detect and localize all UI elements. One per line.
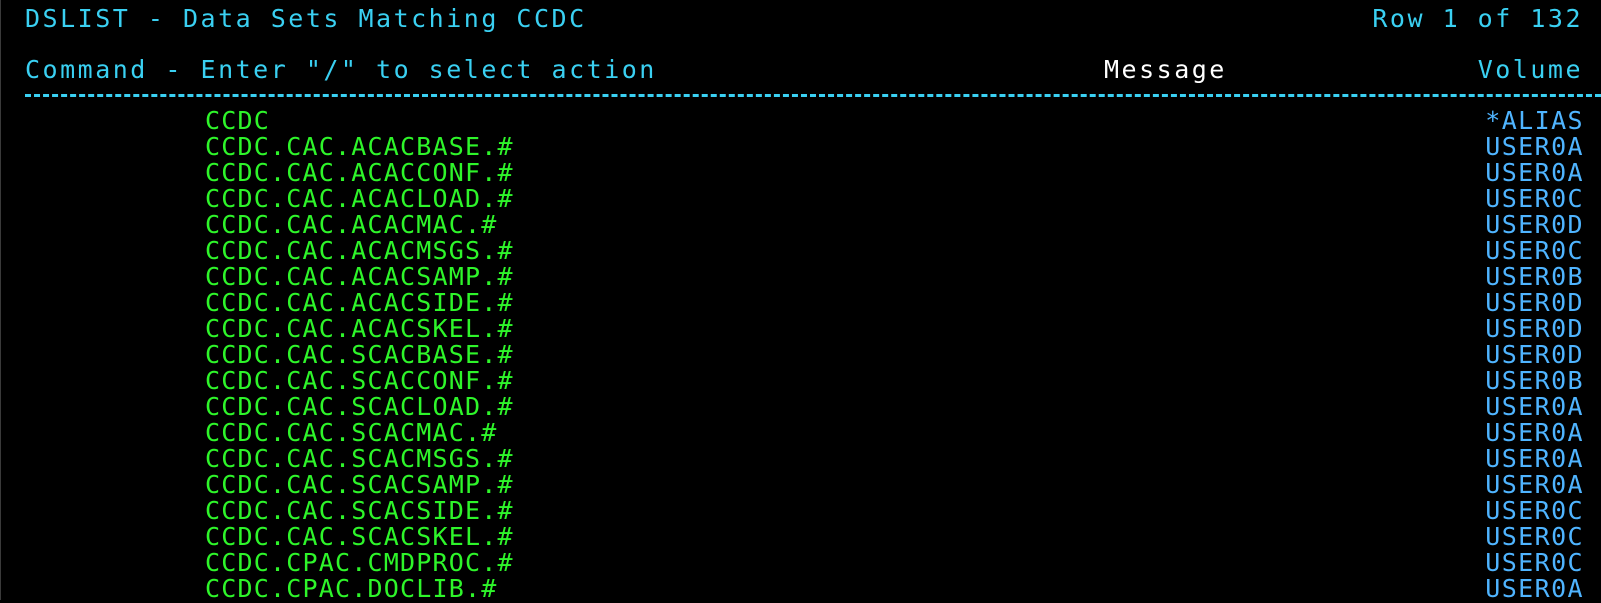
dataset-volume: USER0B [1485, 262, 1584, 291]
dataset-name[interactable]: CCDC.CAC.SCACMSGS.# [205, 446, 514, 472]
dataset-volume: USER0A [1485, 574, 1584, 603]
dataset-row[interactable]: CCDC.CAC.ACACCONF.# USER0A [1, 160, 1601, 186]
dataset-row[interactable]: CCDC *ALIAS [1, 108, 1601, 134]
volume-column-header: Volume [1477, 55, 1583, 84]
dataset-name[interactable]: CCDC.CAC.ACACMSGS.# [205, 238, 514, 264]
dataset-name[interactable]: CCDC.CPAC.DOCLIB.# [205, 576, 498, 602]
dataset-name[interactable]: CCDC.CAC.SCACBASE.# [205, 342, 514, 368]
dataset-name[interactable]: CCDC.CAC.SCACSAMP.# [205, 472, 514, 498]
dataset-row[interactable]: CCDC.CPAC.CMDPROC.# USER0C [1, 550, 1601, 576]
dataset-row[interactable]: CCDC.CAC.ACACSIDE.# USER0D [1, 290, 1601, 316]
dataset-name[interactable]: CCDC.CAC.ACACBASE.# [205, 134, 514, 160]
dataset-volume: USER0A [1485, 418, 1584, 447]
dataset-row[interactable]: CCDC.CAC.SCACMSGS.# USER0A [1, 446, 1601, 472]
dataset-row[interactable]: CCDC.CAC.SCACCONF.# USER0B [1, 368, 1601, 394]
dataset-volume: USER0C [1485, 496, 1584, 525]
dataset-volume: USER0C [1485, 522, 1584, 551]
dataset-volume: USER0A [1485, 158, 1584, 187]
dataset-row[interactable]: CCDC.CAC.SCACSAMP.# USER0A [1, 472, 1601, 498]
dataset-name[interactable]: CCDC.CAC.ACACLOAD.# [205, 186, 514, 212]
terminal-screen: DSLIST - Data Sets Matching CCDC Row 1 o… [0, 0, 1601, 602]
dataset-row[interactable]: CCDC.CAC.ACACMSGS.# USER0C [1, 238, 1601, 264]
dataset-volume: USER0D [1485, 288, 1584, 317]
dataset-volume: USER0A [1485, 132, 1584, 161]
dataset-name[interactable]: CCDC.CAC.ACACCONF.# [205, 160, 514, 186]
dataset-volume: USER0A [1485, 392, 1584, 421]
dataset-name[interactable]: CCDC [205, 108, 270, 134]
dataset-name[interactable]: CCDC.CAC.SCACSKEL.# [205, 524, 514, 550]
message-column-header: Message [1104, 55, 1227, 84]
dataset-row[interactable]: CCDC.CAC.ACACLOAD.# USER0C [1, 186, 1601, 212]
dataset-row[interactable]: CCDC.CPAC.DOCLIB.# USER0A [1, 576, 1601, 602]
dataset-name[interactable]: CCDC.CAC.SCACSIDE.# [205, 498, 514, 524]
command-column-header: Command - Enter "/" to select action [25, 55, 657, 84]
dataset-volume: USER0B [1485, 366, 1584, 395]
dataset-volume: USER0D [1485, 314, 1584, 343]
dataset-name[interactable]: CCDC.CAC.ACACSIDE.# [205, 290, 514, 316]
dataset-row[interactable]: CCDC.CAC.ACACSKEL.# USER0D [1, 316, 1601, 342]
dataset-list: CCDC *ALIAS CCDC.CAC.ACACBASE.# USER0A CCDC.… [1, 108, 1601, 602]
dataset-row[interactable]: CCDC.CAC.SCACSIDE.# USER0C [1, 498, 1601, 524]
row-indicator: Row 1 of 132 [1372, 4, 1583, 33]
dataset-volume: USER0D [1485, 340, 1584, 369]
dataset-volume: USER0A [1485, 444, 1584, 473]
dataset-volume: USER0D [1485, 210, 1584, 239]
dataset-row[interactable]: CCDC.CAC.ACACSAMP.# USER0B [1, 264, 1601, 290]
dataset-name[interactable]: CCDC.CAC.ACACSKEL.# [205, 316, 514, 342]
header-separator [25, 94, 1601, 97]
dataset-row[interactable]: CCDC.CAC.ACACBASE.# USER0A [1, 134, 1601, 160]
dataset-name[interactable]: CCDC.CAC.ACACMAC.# [205, 212, 498, 238]
dataset-name[interactable]: CCDC.CPAC.CMDPROC.# [205, 550, 514, 576]
dataset-name[interactable]: CCDC.CAC.SCACCONF.# [205, 368, 514, 394]
dataset-row[interactable]: CCDC.CAC.ACACMAC.# USER0D [1, 212, 1601, 238]
dataset-name[interactable]: CCDC.CAC.ACACSAMP.# [205, 264, 514, 290]
dataset-volume: USER0C [1485, 236, 1584, 265]
dataset-volume: *ALIAS [1485, 106, 1584, 135]
dataset-volume: USER0C [1485, 548, 1584, 577]
dataset-row[interactable]: CCDC.CAC.SCACMAC.# USER0A [1, 420, 1601, 446]
dataset-row[interactable]: CCDC.CAC.SCACBASE.# USER0D [1, 342, 1601, 368]
dataset-row[interactable]: CCDC.CAC.SCACSKEL.# USER0C [1, 524, 1601, 550]
dataset-row[interactable]: CCDC.CAC.SCACLOAD.# USER0A [1, 394, 1601, 420]
dataset-volume: USER0A [1485, 470, 1584, 499]
dataset-volume: USER0C [1485, 184, 1584, 213]
panel-title: DSLIST - Data Sets Matching CCDC [25, 4, 587, 33]
dataset-name[interactable]: CCDC.CAC.SCACMAC.# [205, 420, 498, 446]
dataset-name[interactable]: CCDC.CAC.SCACLOAD.# [205, 394, 514, 420]
